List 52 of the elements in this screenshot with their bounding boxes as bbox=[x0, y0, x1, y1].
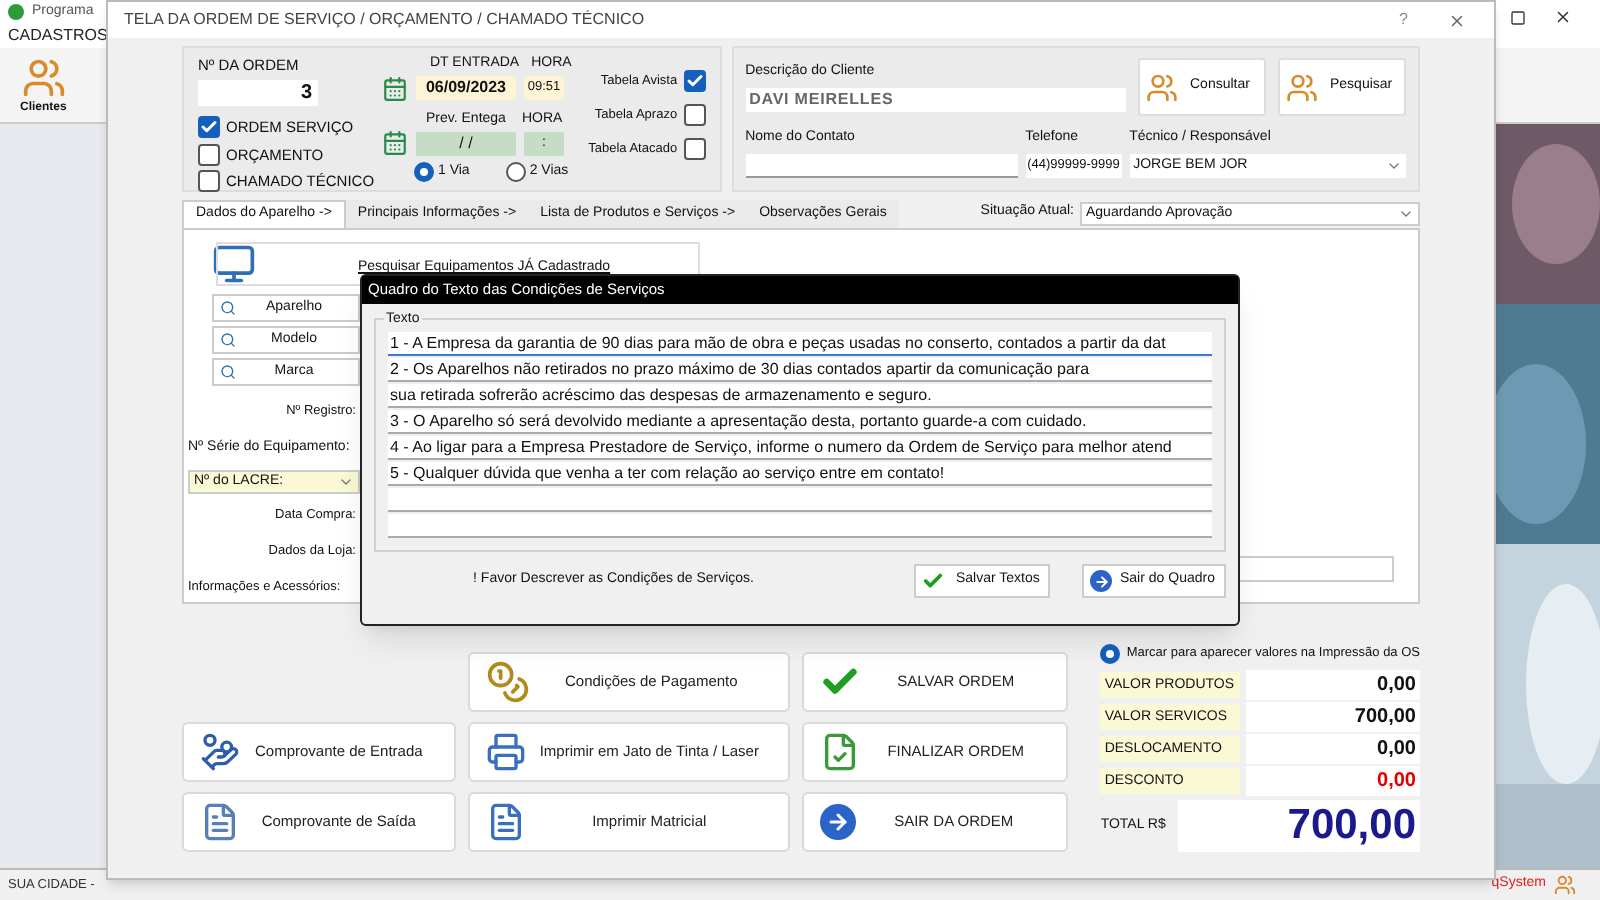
total-value: 0,00 bbox=[1246, 765, 1420, 795]
contact-field[interactable] bbox=[745, 153, 1018, 177]
radio-button[interactable] bbox=[505, 162, 526, 183]
checkbox[interactable] bbox=[198, 169, 220, 192]
close-icon[interactable] bbox=[1448, 11, 1466, 29]
text-line-field[interactable] bbox=[388, 514, 1212, 538]
coins-icon bbox=[485, 660, 530, 704]
total-value: 0,00 bbox=[1246, 733, 1420, 763]
calendar-icon[interactable] bbox=[382, 75, 408, 101]
radio-button[interactable] bbox=[414, 162, 434, 183]
text-line-field[interactable]: 2 - Os Aparelhos não retirados no prazo máximo de 30 dias contados apartir da comunicação para bbox=[388, 358, 1212, 382]
radio-button[interactable] bbox=[1100, 644, 1121, 664]
menu-item[interactable]: CADASTROS bbox=[8, 24, 108, 48]
checkbox[interactable] bbox=[683, 70, 706, 92]
computer-icon bbox=[212, 242, 256, 286]
checkbox[interactable] bbox=[683, 104, 706, 126]
search-icon bbox=[220, 300, 236, 316]
chevron-down-icon bbox=[1398, 206, 1414, 222]
total-value: 700,00 bbox=[1246, 701, 1420, 731]
checkbox[interactable] bbox=[198, 116, 220, 139]
check-icon bbox=[922, 570, 944, 592]
calendar-icon[interactable] bbox=[382, 130, 408, 156]
document-icon bbox=[200, 802, 240, 842]
users-icon bbox=[1554, 874, 1576, 896]
arrow-right-icon bbox=[1090, 570, 1112, 592]
text-line-field[interactable]: sua retirada sofrerão acréscimo das despesas de armazenamento e seguro. bbox=[388, 384, 1212, 408]
text-line-field[interactable]: 3 - O Aparelho só será devolvido mediante a apresentação desta, portanto guarde-a com cuidado. bbox=[388, 410, 1212, 434]
checkbox[interactable] bbox=[198, 143, 220, 166]
window-title: TELA DA ORDEM DE SERVIÇO / ORÇAMENTO / CHAMADO TÉCNICO bbox=[124, 8, 645, 32]
app-logo-icon bbox=[8, 4, 24, 20]
client-field[interactable]: DAVI MEIRELLES bbox=[745, 87, 1126, 111]
date-field[interactable]: 06/09/2023 bbox=[416, 76, 516, 100]
search-icon bbox=[220, 332, 236, 348]
text-line-field[interactable]: 4 - Ao ligar para a Empresa Prestadore de Serviço, informe o numero da Ordem de Serviço para melhor atend bbox=[388, 436, 1212, 460]
total-amount: 700,00 bbox=[1178, 800, 1420, 852]
checkbox[interactable] bbox=[683, 138, 706, 160]
document-icon bbox=[485, 802, 526, 842]
search-icon bbox=[220, 364, 236, 380]
maximize-icon[interactable] bbox=[1510, 10, 1526, 26]
help-text: ? bbox=[1399, 8, 1408, 32]
text-line-field[interactable] bbox=[388, 488, 1212, 512]
date-field[interactable]: / / bbox=[416, 131, 516, 155]
people-icon bbox=[1286, 71, 1318, 103]
total-value: 0,00 bbox=[1246, 669, 1420, 699]
text-line-field[interactable]: 1 - A Empresa da garantia de 90 dias para mão de obra e peças usadas no conserto, contados a partir da dat bbox=[388, 332, 1212, 356]
arrow-right-icon bbox=[820, 804, 857, 840]
people-icon bbox=[1146, 71, 1178, 103]
close-icon[interactable] bbox=[1554, 8, 1572, 26]
text-line-field[interactable]: 5 - Qualquer dúvida que venha a ter com relação ao serviço entre em contato! bbox=[388, 462, 1212, 486]
document-check-icon bbox=[820, 732, 861, 772]
order-number-field[interactable]: 3 bbox=[198, 80, 318, 107]
printer-icon bbox=[485, 732, 526, 772]
